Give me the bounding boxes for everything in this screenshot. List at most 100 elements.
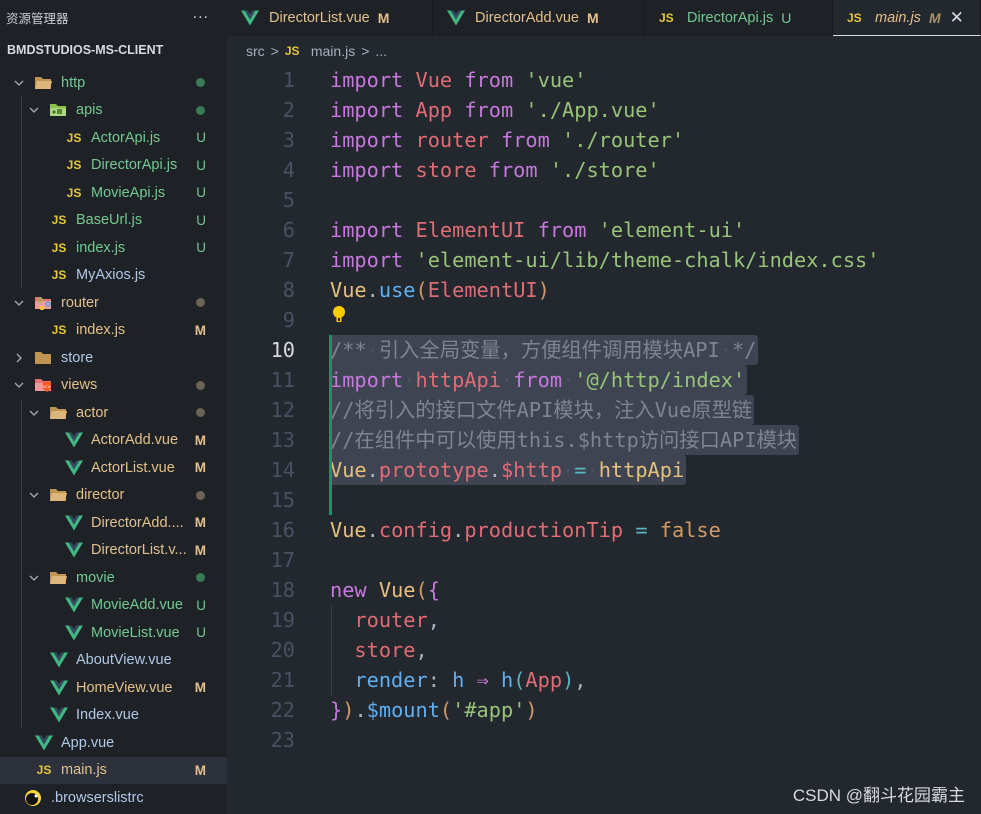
tree-item-label: DirectorAdd.... [91, 514, 184, 531]
code-token: import [330, 248, 404, 272]
code-token: , [415, 638, 428, 662]
code-token: · [500, 368, 514, 392]
tree-file[interactable]: JS index.js U [0, 234, 227, 262]
code-text: Vue.use(ElementUI) [330, 275, 550, 305]
code-token: . [354, 698, 367, 722]
git-status-badge: U [196, 157, 206, 173]
status-dot [196, 298, 205, 308]
code-token: httpApi [415, 368, 501, 392]
code-token: from [500, 128, 550, 152]
chevron-down-icon[interactable] [13, 77, 25, 89]
tree-item-label: App.vue [61, 734, 115, 751]
line-number: 5 [282, 188, 295, 212]
folder-icon [49, 103, 67, 117]
tree-file[interactable]: JS DirectorApi.js U [0, 152, 227, 180]
code-text: router, [330, 605, 439, 635]
code-token: import [330, 128, 404, 152]
tree-folder-router[interactable]: router [0, 289, 227, 317]
git-status-badge: M [928, 9, 941, 26]
folder-icon [49, 571, 67, 585]
js-file-icon: JS [51, 240, 67, 255]
tab-main-js[interactable]: JS main.js M ✕ [833, 0, 981, 36]
tab-directorapi-js[interactable]: JS DirectorApi.js U [645, 0, 833, 36]
code-token: false [659, 518, 721, 542]
project-root[interactable]: BMDSTUDIOS-MS-CLIENT [0, 35, 227, 65]
code-editor[interactable]: 1 import Vue from 'vue' 2 import App from '… [227, 64, 981, 814]
breadcrumb-folder[interactable]: src [246, 43, 265, 59]
tree-item-label: http [61, 74, 86, 91]
chevron-down-icon[interactable] [28, 407, 40, 419]
code-token: $http [500, 458, 563, 482]
chevron-down-icon[interactable] [28, 104, 40, 116]
breadcrumb-file[interactable]: main.js [311, 43, 355, 59]
tree-file[interactable]: MovieList.vue U [0, 619, 227, 647]
tree-file[interactable]: JS BaseUrl.js U [0, 207, 227, 235]
tree-folder-http[interactable]: http [0, 69, 227, 97]
code-line: 23 [227, 725, 981, 755]
chevron-right-icon[interactable] [13, 352, 25, 364]
tab-directoradd-vue[interactable]: DirectorAdd.vue M [433, 0, 645, 36]
code-token: ) [525, 698, 538, 722]
tree-folder-apis[interactable]: apis [0, 97, 227, 125]
close-icon[interactable]: ✕ [950, 8, 964, 28]
tree-file[interactable]: HomeView.vue M [0, 674, 227, 702]
code-token: ElementUI [427, 278, 538, 302]
folder-icon [34, 351, 52, 365]
tree-file[interactable]: MovieAdd.vue U [0, 592, 227, 620]
code-token: './App.vue' [525, 98, 660, 122]
code-token: //将引入的接口文件API模块，注入Vue原型链 [330, 398, 753, 422]
code-token: store [415, 158, 477, 182]
chevron-down-icon[interactable] [28, 572, 40, 584]
tree-item-label: ActorApi.js [91, 129, 161, 146]
tree-file[interactable]: DirectorList.v... M [0, 537, 227, 565]
more-actions-icon[interactable]: ··· [193, 10, 209, 26]
tree-file[interactable]: Index.vue [0, 702, 227, 730]
code-token: = [574, 458, 587, 482]
folder-icon [49, 406, 67, 420]
code-token: ( [415, 278, 428, 302]
code-token: Vue [330, 518, 367, 542]
lightbulb-icon[interactable] [331, 305, 347, 325]
indent-guide [331, 605, 332, 695]
line-number: 13 [270, 428, 295, 452]
code-token: './store' [549, 158, 660, 182]
tree-file[interactable]: .browserslistrc [0, 784, 227, 812]
tree-file[interactable]: JS ActorApi.js U [0, 124, 227, 152]
breadcrumb-symbols[interactable]: ... [375, 43, 387, 59]
tree-file[interactable]: ActorAdd.vue M [0, 427, 227, 455]
tree-file[interactable]: App.vue [0, 729, 227, 757]
git-status-badge: U [196, 130, 206, 146]
tree-folder-director[interactable]: director [0, 482, 227, 510]
tab-directorlist-vue[interactable]: DirectorList.vue M [227, 0, 433, 36]
tree-folder-views[interactable]: <> views [0, 372, 227, 400]
git-status-badge: M [194, 460, 206, 476]
chevron-down-icon[interactable] [13, 297, 25, 309]
tree-folder-store[interactable]: store [0, 344, 227, 372]
line-number: 3 [282, 128, 295, 152]
tree-file[interactable]: JS main.js M [0, 756, 227, 784]
indent-guide [21, 399, 22, 729]
tree-file[interactable]: JS MyAxios.js [0, 262, 227, 290]
tree-file[interactable]: AboutView.vue [0, 647, 227, 675]
tree-folder-actor[interactable]: actor [0, 399, 227, 427]
tree-item-label: index.js [76, 239, 126, 256]
tree-folder-movie[interactable]: movie [0, 564, 227, 592]
chevron-down-icon[interactable] [28, 489, 40, 501]
code-line: 22}).$mount('#app') [227, 695, 981, 725]
code-token: · [586, 458, 599, 482]
tree-file[interactable]: JS MovieApi.js U [0, 179, 227, 207]
tree-file[interactable]: DirectorAdd.... M [0, 509, 227, 537]
code-token: render [354, 668, 428, 692]
breadcrumb-separator: > [270, 43, 279, 59]
code-token: store [354, 638, 416, 662]
status-dot [196, 408, 205, 418]
chevron-down-icon[interactable] [13, 379, 25, 391]
tree-file[interactable]: JS index.js M [0, 317, 227, 345]
code-token: , [574, 668, 587, 692]
tree-file[interactable]: ActorList.vue M [0, 454, 227, 482]
